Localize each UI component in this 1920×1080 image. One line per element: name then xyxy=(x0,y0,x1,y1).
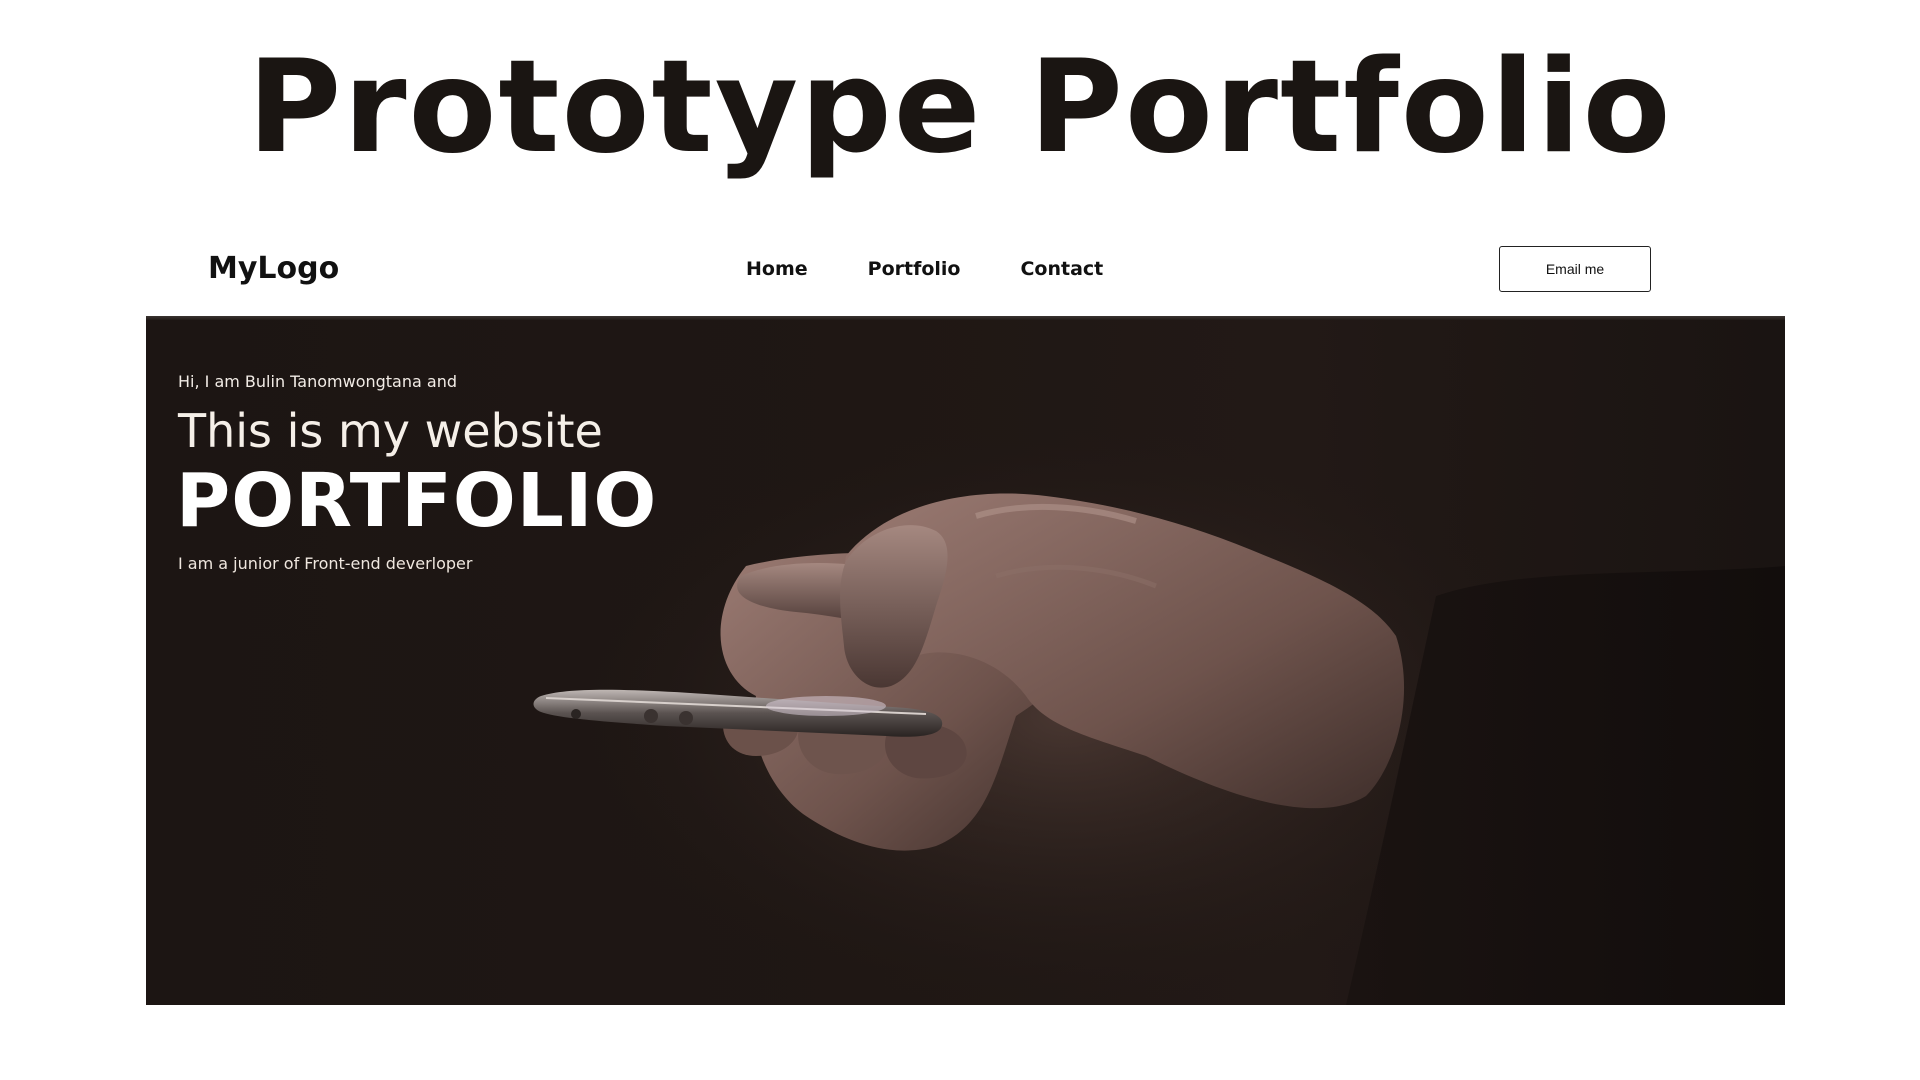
hero-title: PORTFOLIO xyxy=(176,458,658,544)
nav-links: Home Portfolio Contact xyxy=(746,260,1103,279)
navbar: MyLogo Home Portfolio Contact Email me xyxy=(146,236,1786,316)
hero-heading: This is my website xyxy=(178,404,603,458)
nav-link-portfolio[interactable]: Portfolio xyxy=(868,260,961,279)
site-logo[interactable]: MyLogo xyxy=(208,254,339,284)
nav-link-home[interactable]: Home xyxy=(746,260,808,279)
hero-intro-text: Hi, I am Bulin Tanomwongtana and xyxy=(178,372,457,391)
page-title: Prototype Portfolio xyxy=(247,33,1673,182)
hero-subtitle: I am a junior of Front-end deverloper xyxy=(178,554,473,573)
hero-top-border xyxy=(146,316,1785,320)
nav-link-contact[interactable]: Contact xyxy=(1020,260,1103,279)
hero-banner: Hi, I am Bulin Tanomwongtana and This is… xyxy=(146,316,1785,1005)
email-me-button[interactable]: Email me xyxy=(1499,246,1651,292)
